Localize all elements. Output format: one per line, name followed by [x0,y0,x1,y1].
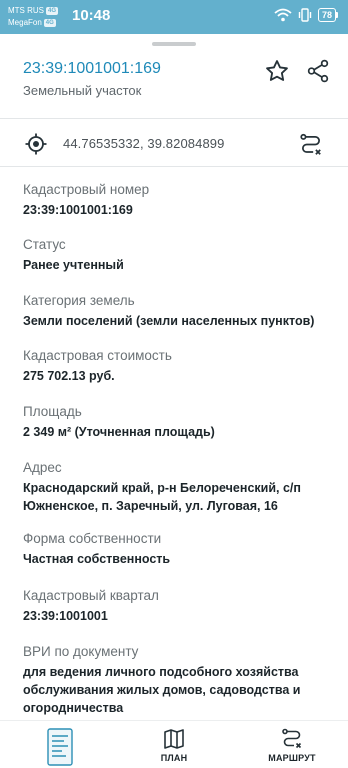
system-icons: 78 [274,8,338,22]
battery-level: 78 [317,8,336,22]
sheet-drag-handle[interactable] [152,42,196,46]
document-thumbnail-icon[interactable] [46,727,74,767]
field-value: Краснодарский край, р-н Белореченский, с… [23,481,301,513]
field-cadastral-quarter: Кадастровый квартал 23:39:1001001 [23,587,333,625]
nav-plan-label: ПЛАН [160,753,188,763]
network-badge: 4G [43,19,56,27]
share-icon [307,59,329,83]
cadastral-number-title: 23:39:1001001:169 [23,60,161,77]
field-label: Кадастровый квартал [23,588,159,603]
object-type: Земельный участок [23,83,142,98]
nav-plan[interactable]: ПЛАН [150,721,198,768]
vibrate-icon [298,8,312,22]
nav-route[interactable]: МАРШРУТ [260,721,324,768]
field-address: Адрес Краснодарский край, р-н Белореченс… [23,459,333,515]
wifi-icon [274,8,292,22]
field-value: для ведения личного подсобного хозяйства… [23,665,301,715]
network-badge: 4G [46,7,59,15]
field-land-category: Категория земель Земли поселений (земли … [23,292,333,330]
route-icon [282,728,302,749]
field-value: Ранее учтенный [23,258,124,272]
status-bar: MTS RUS 4G MegaFon 4G 10:48 78 [0,0,348,34]
field-permitted-use: ВРИ по документу для ведения личного под… [23,643,333,717]
field-value: 23:39:1001001 [23,609,108,623]
map-icon [164,729,184,749]
carrier-info: MTS RUS 4G MegaFon 4G [8,5,59,29]
field-label: Статус [23,237,66,252]
crosshair-icon[interactable] [24,132,48,156]
field-label: Категория земель [23,293,135,308]
divider [0,118,348,119]
field-ownership-form: Форма собственности Частная собственност… [23,530,333,568]
field-value: Частная собственность [23,552,171,566]
field-value: Земли поселений (земли населенных пункто… [23,314,315,328]
object-header: 23:39:1001001:169 Земельный участок [0,50,348,114]
nav-route-label: МАРШРУТ [268,753,316,763]
field-label: Площадь [23,404,82,419]
coordinates-text[interactable]: 44.76535332, 39.82084899 [63,136,224,151]
field-label: Кадастровая стоимость [23,348,172,363]
status-clock: 10:48 [72,7,111,24]
divider [0,166,348,167]
route-button[interactable] [298,132,324,158]
field-label: Адрес [23,460,62,475]
coordinates-row: 44.76535332, 39.82084899 [0,124,348,164]
field-label: Кадастровый номер [23,182,150,197]
bottom-navigation: ПЛАН МАРШРУТ [0,720,348,768]
field-value: 2 349 м² (Уточненная площадь) [23,425,215,439]
field-value: 23:39:1001001:169 [23,203,133,217]
field-area: Площадь 2 349 м² (Уточненная площадь) [23,403,333,441]
carrier-1-name: MTS RUS [8,6,44,15]
star-outline-icon [266,60,288,81]
field-label: ВРИ по документу [23,644,139,659]
field-cadastral-value: Кадастровая стоимость 275 702.13 руб. [23,347,333,385]
share-button[interactable] [305,58,331,84]
field-status: Статус Ранее учтенный [23,236,333,274]
battery-icon: 78 [317,8,338,22]
favorite-button[interactable] [264,58,290,84]
route-icon [300,133,321,155]
field-label: Форма собственности [23,531,162,546]
field-value: 275 702.13 руб. [23,369,115,383]
carrier-2-name: MegaFon [8,18,42,27]
field-cadastral-number: Кадастровый номер 23:39:1001001:169 [23,181,333,219]
